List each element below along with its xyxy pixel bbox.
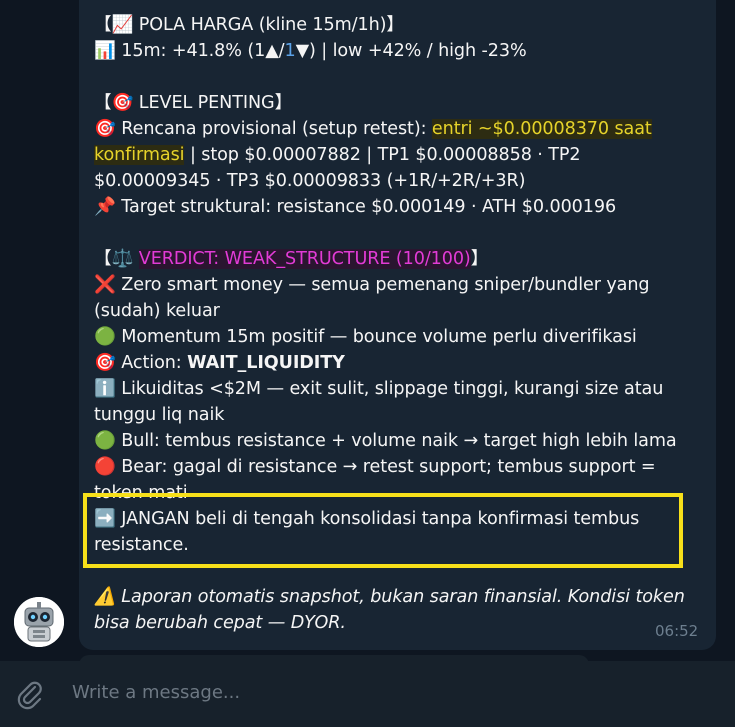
zero-smart-money-line: ❌ Zero smart money — semua pemenang snip… [94,275,650,295]
red-circle-icon: 🔴 [94,457,116,477]
zero-smart-money-line-2: (sudah) keluar [94,301,220,321]
message-input[interactable]: Write a message... [72,682,240,703]
info-icon: ℹ️ [94,379,116,399]
paperclip-icon[interactable] [14,678,46,710]
liquidity-line-2: tunggu liq naik [94,405,225,425]
plan-line: 🎯 Rencana provisional (setup retest): en… [94,119,652,139]
message-time: 06:52 [655,622,699,640]
pola-line: 📊 15m: +41.8% (1▲/1▼) | low +42% / high … [94,41,527,61]
pola-title: 【📈 POLA HARGA (kline 15m/1h)】 [94,15,404,35]
momentum-line: 🟢 Momentum 15m positif — bounce volume p… [94,327,637,347]
bull-line: 🟢 Bull: tembus resistance + volume naik … [94,431,677,451]
green-circle-icon: 🟢 [94,431,116,451]
highlight-box [83,493,683,568]
disclaimer-line-2: bisa berubah cepat — DYOR. [94,613,346,633]
target-icon: 🎯 [94,119,116,139]
plan-line-3: $0.00009345 · TP3 $0.00009833 (+1R/+2R/+… [94,171,526,191]
level-title: 【🎯 LEVEL PENTING】 [94,93,293,113]
plan-line-2: konfirmasi | stop $0.00007882 | TP1 $0.0… [94,145,581,165]
bear-line: 🔴 Bear: gagal di resistance → retest sup… [94,457,656,477]
robot-avatar-icon[interactable] [14,597,64,647]
target-line: 📌 Target struktural: resistance $0.00014… [94,197,617,217]
liquidity-line: ℹ️ Likuiditas <$2M — exit sulit, slippag… [94,379,664,399]
action-line: 🎯 Action: WAIT_LIQUIDITY [94,353,345,373]
chart-icon: 📊 [94,41,116,61]
target-icon: 🎯 [94,353,116,373]
verdict-title: 【⚖️ VERDICT: WEAK_STRUCTURE (10/100)】 [94,249,489,269]
green-circle-icon: 🟢 [94,327,116,347]
disclaimer-line: ⚠️ Laporan otomatis snapshot, bukan sara… [94,587,685,607]
warning-icon: ⚠️ [94,587,116,607]
cross-icon: ❌ [94,275,116,295]
pushpin-icon: 📌 [94,197,116,217]
